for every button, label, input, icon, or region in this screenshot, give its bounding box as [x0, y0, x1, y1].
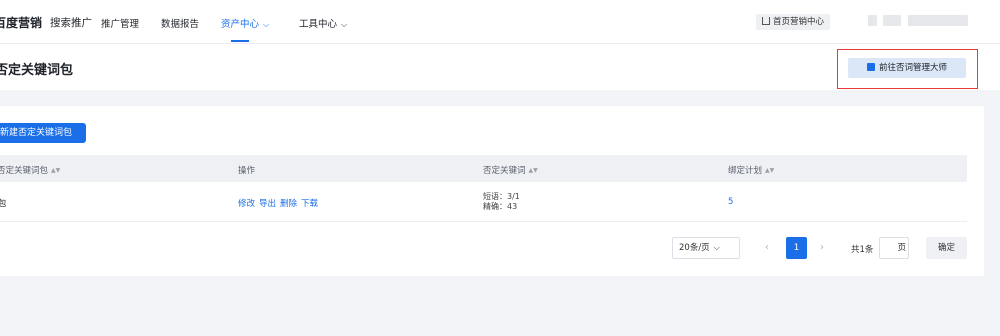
- column-header-plans-label: 绑定计划: [728, 166, 763, 176]
- home-link-label: 首页营销中心: [773, 17, 825, 27]
- row-actions: 修改 导出 删除 下载: [238, 197, 322, 209]
- nav-active-indicator: [231, 40, 249, 42]
- top-navigation: 百度营销 搜索推广 推广管理 数据报告 资产中心 ⌵ 工具中心 ⌵ 首页营销中心: [0, 0, 1000, 44]
- column-header-package[interactable]: 否定关键词包 ▲▼: [0, 164, 60, 176]
- delete-link[interactable]: 删除: [280, 199, 297, 209]
- chevron-down-icon: ⌵: [713, 243, 720, 252]
- bound-plans-count[interactable]: 5: [728, 197, 733, 207]
- table-row: 包 修改 导出 删除 下载 短语：3/1 精确：43 5: [0, 182, 967, 222]
- table-header: 否定关键词包 ▲▼ 操作 否定关键词 ▲▼ 绑定计划 ▲▼: [0, 155, 967, 182]
- negative-keyword-master-button[interactable]: 前往否词管理大师: [848, 58, 966, 78]
- user-name-blurred: [883, 15, 901, 26]
- column-header-keywords[interactable]: 否定关键词 ▲▼: [483, 164, 538, 176]
- download-link[interactable]: 下载: [301, 199, 318, 209]
- nav-item-promotion[interactable]: 推广管理: [101, 16, 139, 30]
- home-icon: [762, 17, 770, 25]
- keyword-package-card: 新建否定关键词包 否定关键词包 ▲▼ 操作 否定关键词 ▲▼ 绑定计划 ▲▼ 包 修改…: [0, 106, 984, 276]
- brand-product[interactable]: 搜索推广: [50, 15, 92, 30]
- sort-icon: ▲▼: [528, 167, 538, 174]
- goto-page-input[interactable]: 页: [879, 237, 909, 259]
- keyword-stats: 短语：3/1 精确：43: [483, 192, 520, 212]
- exact-match-count: 精确：43: [483, 202, 518, 211]
- column-header-package-label: 否定关键词包: [0, 166, 49, 176]
- brand-logo[interactable]: 百度营销: [0, 14, 42, 31]
- page-title: 否定关键词包: [0, 63, 74, 78]
- master-tool-icon: [866, 63, 875, 71]
- goto-confirm-button[interactable]: 确定: [926, 237, 967, 259]
- nav-item-assets[interactable]: 资产中心 ⌵: [221, 16, 269, 30]
- sort-icon: ▲▼: [51, 167, 61, 174]
- column-header-actions: 操作: [238, 166, 256, 176]
- export-link[interactable]: 导出: [259, 199, 276, 209]
- user-account-blurred: [908, 15, 968, 26]
- column-header-keywords-label: 否定关键词: [483, 166, 526, 176]
- sort-icon: ▲▼: [765, 167, 775, 174]
- current-page-button[interactable]: 1: [786, 237, 807, 259]
- edit-link[interactable]: 修改: [238, 199, 255, 209]
- chevron-left-icon[interactable]: ‹: [765, 242, 769, 253]
- new-negative-keyword-package-button[interactable]: 新建否定关键词包: [0, 123, 86, 143]
- chevron-down-icon: ⌵: [341, 20, 348, 29]
- phrase-match-count: 短语：3/1: [483, 192, 520, 201]
- chevron-down-icon: ⌵: [263, 20, 270, 29]
- column-header-plans[interactable]: 绑定计划 ▲▼: [728, 164, 774, 176]
- package-name: 包: [0, 199, 7, 209]
- nav-item-assets-label: 资产中心: [221, 19, 260, 30]
- nav-item-tools[interactable]: 工具中心 ⌵: [299, 16, 347, 30]
- home-link[interactable]: 首页营销中心: [756, 14, 831, 30]
- user-avatar-blurred[interactable]: [868, 15, 877, 26]
- chevron-right-icon[interactable]: ›: [820, 242, 824, 253]
- nav-item-tools-label: 工具中心: [299, 19, 338, 30]
- page-size-select[interactable]: 20条/页 ⌵: [672, 237, 740, 259]
- highlight-box: 前往否词管理大师: [837, 49, 978, 89]
- total-count: 共1条: [851, 245, 874, 255]
- master-button-label: 前往否词管理大师: [878, 63, 947, 73]
- page-unit: 页: [897, 243, 906, 253]
- page-size-value: 20条/页: [679, 243, 710, 253]
- nav-item-reports[interactable]: 数据报告: [161, 16, 199, 30]
